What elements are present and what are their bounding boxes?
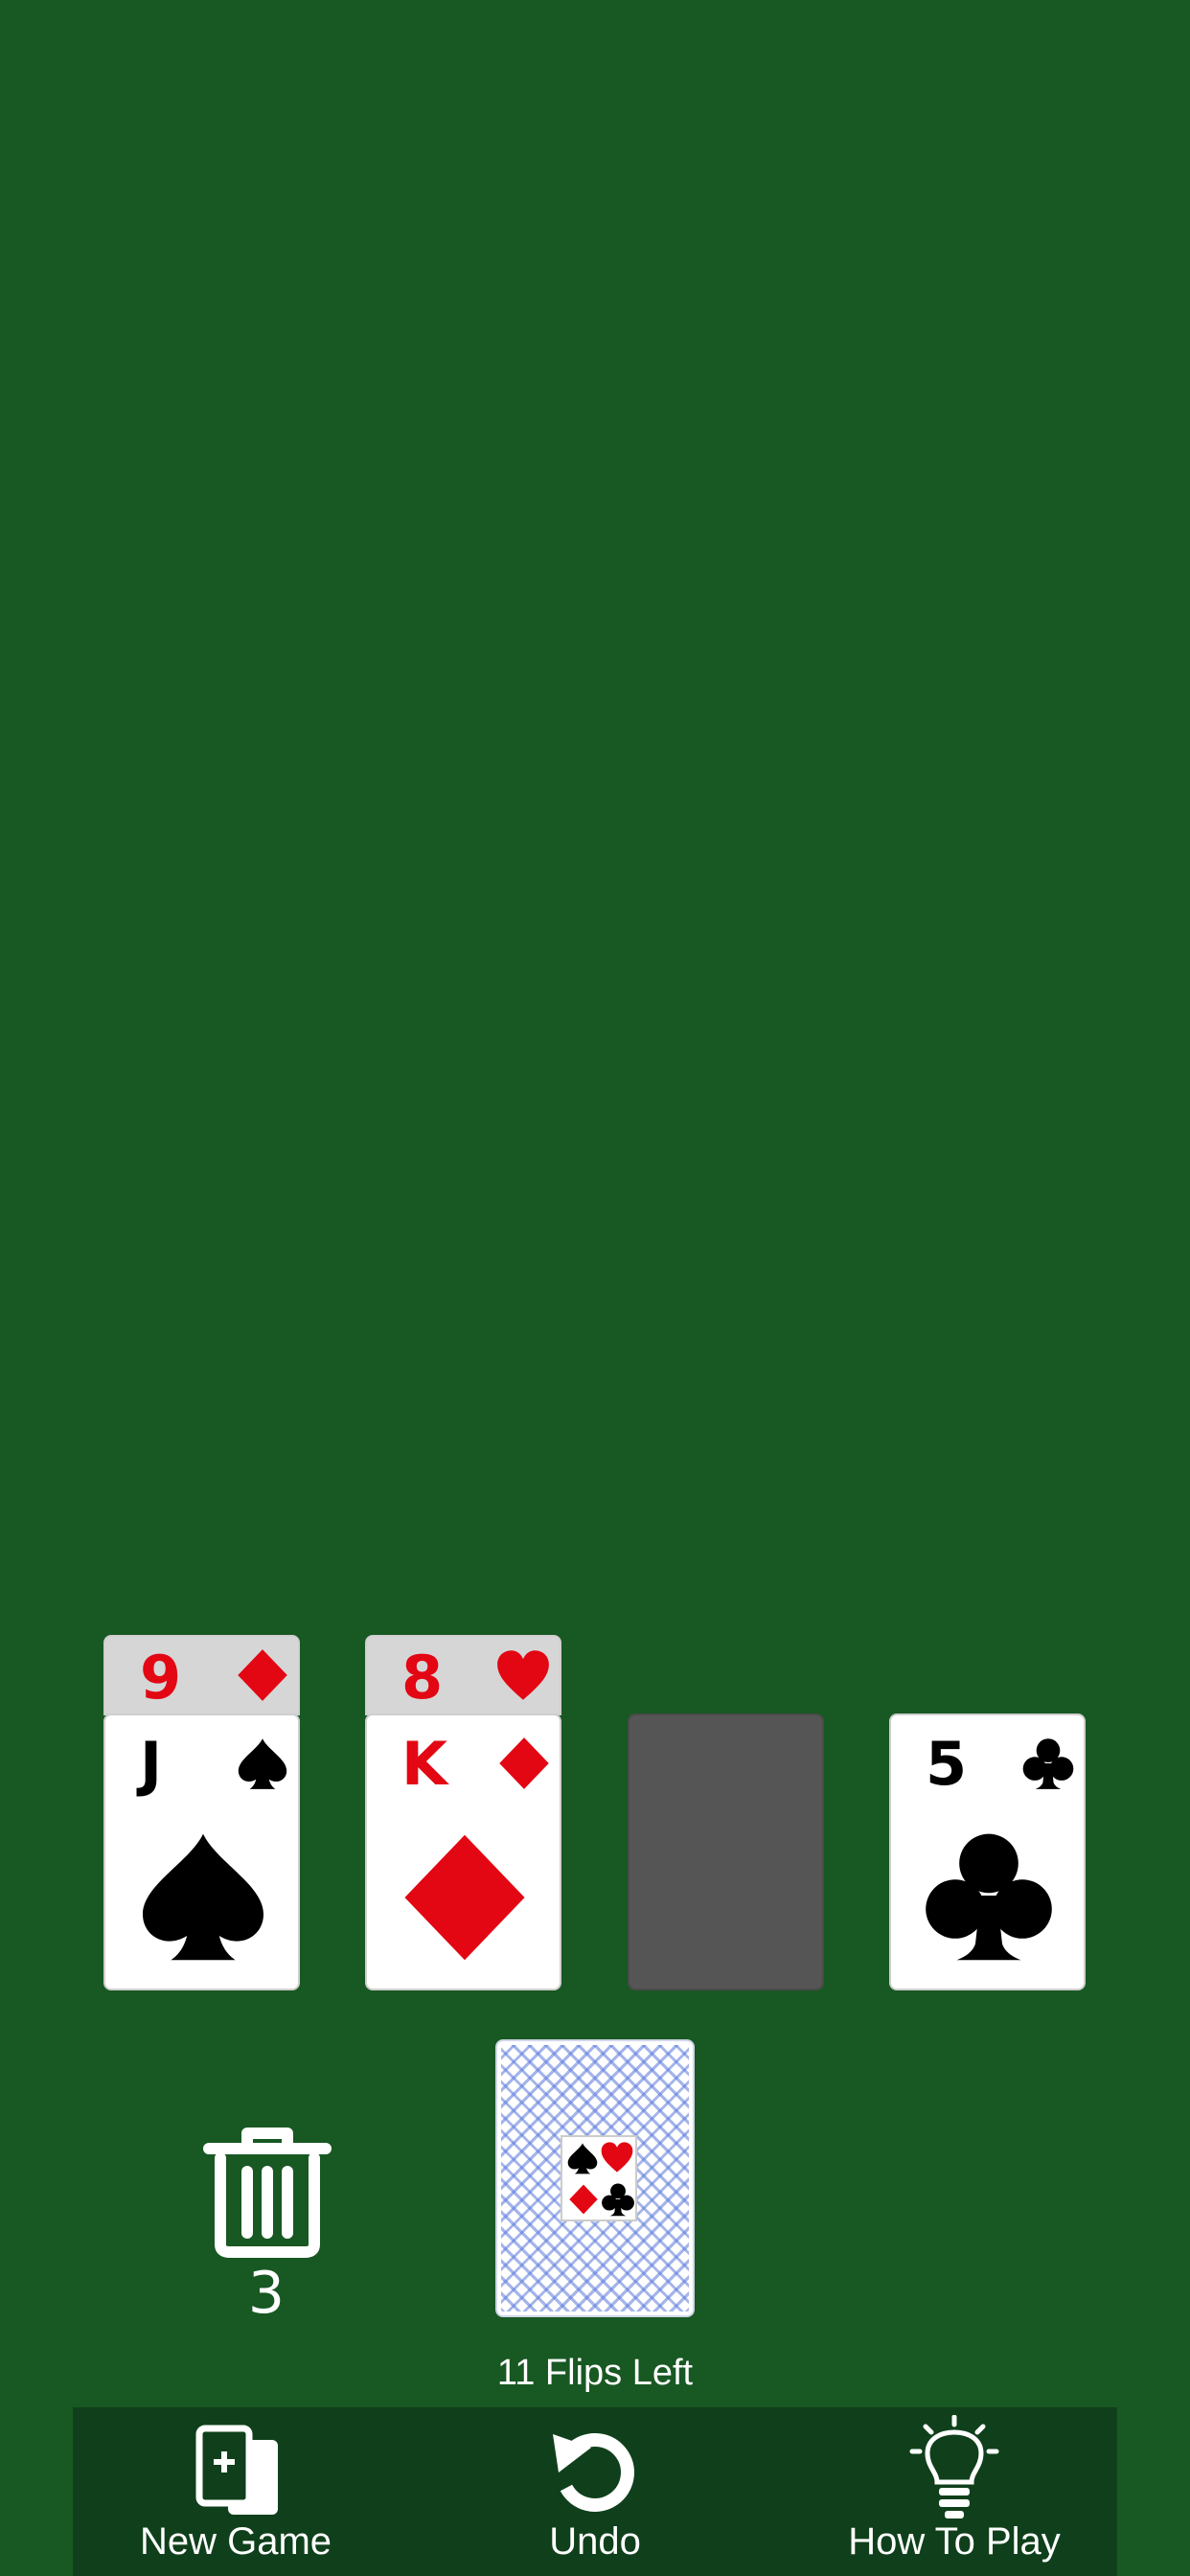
empty-pile-slot[interactable] bbox=[628, 1714, 824, 1990]
card-five-of-clubs[interactable]: 5 bbox=[889, 1714, 1086, 1990]
heart-icon bbox=[497, 1650, 549, 1700]
club-icon bbox=[1022, 1738, 1074, 1789]
card-king-of-diamonds[interactable]: K bbox=[365, 1714, 561, 1990]
card-rank: 8 bbox=[401, 1643, 444, 1713]
club-icon bbox=[602, 2183, 634, 2217]
new-game-button[interactable]: New Game bbox=[73, 2407, 399, 2576]
undo-button[interactable]: Undo bbox=[432, 2407, 758, 2576]
card-under-8-hearts[interactable]: 8 bbox=[365, 1635, 561, 1715]
card-rank: J bbox=[140, 1729, 163, 1799]
spade-icon bbox=[143, 1833, 263, 1961]
lightbulb-icon bbox=[909, 2415, 999, 2518]
undo-label: Undo bbox=[549, 2520, 641, 2563]
spade-icon bbox=[238, 1738, 287, 1789]
heart-icon bbox=[601, 2142, 633, 2173]
card-rank: 5 bbox=[926, 1729, 968, 1799]
trash-icon[interactable] bbox=[203, 2126, 332, 2258]
new-game-label: New Game bbox=[139, 2520, 332, 2563]
diamond-icon bbox=[499, 1737, 549, 1789]
card-rank: 9 bbox=[140, 1643, 182, 1713]
undo-icon bbox=[553, 2432, 634, 2512]
how-to-play-label: How To Play bbox=[848, 2520, 1061, 2563]
card-jack-of-spades[interactable]: J bbox=[103, 1714, 300, 1990]
card-back-emblem bbox=[561, 2135, 637, 2221]
how-to-play-button[interactable]: How To Play bbox=[791, 2407, 1117, 2576]
discard-count: 3 bbox=[247, 2260, 286, 2327]
spade-icon bbox=[567, 2143, 598, 2174]
diamond-icon bbox=[404, 1834, 525, 1961]
new-game-icon bbox=[195, 2425, 278, 2515]
club-icon bbox=[926, 1833, 1052, 1961]
flips-left-label: 11 Flips Left bbox=[496, 2353, 694, 2393]
draw-deck[interactable] bbox=[497, 2041, 693, 2315]
card-rank: K bbox=[401, 1729, 448, 1799]
card-under-9-diamonds[interactable]: 9 bbox=[103, 1635, 300, 1715]
diamond-icon bbox=[569, 2184, 598, 2215]
bottom-toolbar: New Game Undo How To Play bbox=[73, 2407, 1117, 2576]
diamond-icon bbox=[238, 1649, 287, 1701]
